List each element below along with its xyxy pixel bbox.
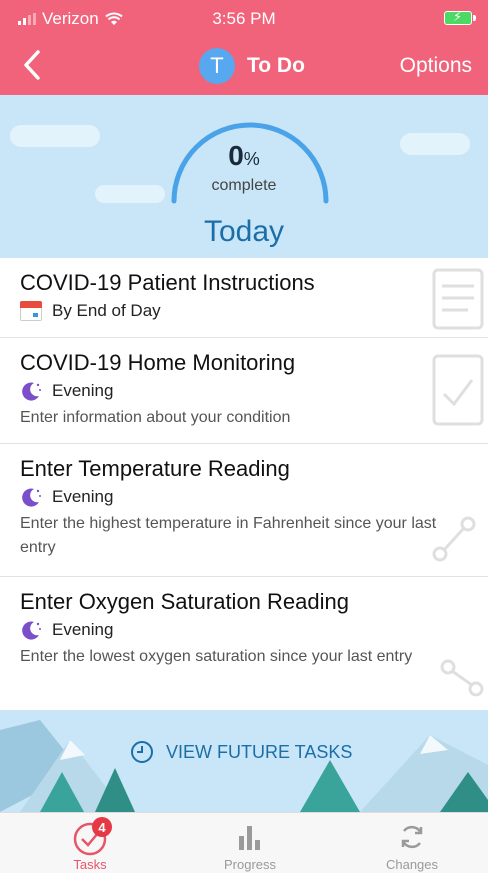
task-schedule: Evening (20, 486, 464, 508)
nav-title: T To Do (199, 48, 305, 84)
task-schedule: Evening (20, 619, 464, 641)
nav-bar: T To Do Options (0, 36, 488, 95)
progress-label: complete (211, 177, 277, 194)
task-name: Enter Temperature Reading (20, 456, 290, 481)
task-when: Evening (52, 381, 114, 400)
view-future-tasks-label: VIEW FUTURE TASKS (166, 741, 353, 762)
calendar-icon (20, 301, 42, 321)
avatar: T (199, 48, 235, 84)
tab-tasks[interactable]: 4 Tasks (30, 817, 150, 872)
task-description: Enter the lowest oxygen saturation since… (20, 648, 413, 665)
task-name: Enter Oxygen Saturation Reading (20, 589, 349, 614)
battery-icon: ⚡ (444, 9, 476, 25)
options-button[interactable]: Options (400, 54, 472, 78)
task-when: Evening (52, 620, 114, 639)
refresh-icon (401, 825, 423, 849)
task-schedule: By End of Day (20, 300, 464, 322)
future-tasks-panel: VIEW FUTURE TASKS (0, 710, 488, 812)
clock-icon (131, 741, 153, 763)
tab-progress[interactable]: Progress (190, 817, 310, 872)
checklist-icon (432, 354, 484, 426)
chart-decoration-icon (432, 516, 476, 562)
task-schedule: Evening (20, 380, 464, 402)
task-name: COVID-19 Patient Instructions (20, 270, 315, 295)
tab-progress-label: Progress (223, 857, 277, 872)
task-description: Enter information about your condition (20, 409, 291, 426)
chart-decoration-icon (440, 659, 484, 697)
moon-icon (22, 382, 41, 401)
task-item[interactable]: COVID-19 Home Monitoring Evening Enter i… (0, 338, 488, 444)
task-list: COVID-19 Patient Instructions By End of … (0, 258, 488, 710)
back-button[interactable] (18, 48, 48, 82)
tasks-badge: 4 (92, 817, 112, 837)
task-item[interactable]: Enter Temperature Reading Evening Enter … (0, 444, 488, 577)
progress-percent: 0% (228, 140, 260, 171)
progress-hero: 0% complete Today (0, 95, 488, 258)
tab-changes[interactable]: Changes (352, 817, 472, 872)
tab-changes-label: Changes (385, 857, 439, 872)
status-bar: Verizon 3:56 PM ⚡ (0, 0, 488, 36)
header-bar: Verizon 3:56 PM ⚡ T To Do Options (0, 0, 488, 95)
view-future-tasks-button[interactable]: VIEW FUTURE TASKS (130, 740, 352, 764)
task-when: Evening (52, 487, 114, 506)
tab-tasks-label: Tasks (73, 857, 107, 872)
section-title: Today (203, 215, 285, 248)
task-name: COVID-19 Home Monitoring (20, 350, 296, 375)
page-title: To Do (247, 54, 305, 77)
task-description: Enter the highest temperature in Fahrenh… (20, 515, 437, 556)
document-icon (432, 268, 484, 330)
tab-bar: 4 Tasks Progress Changes (0, 812, 488, 873)
moon-icon (22, 621, 41, 640)
task-item[interactable]: Enter Oxygen Saturation Reading Evening … (0, 577, 488, 710)
status-time: 3:56 PM (212, 9, 276, 28)
moon-icon (22, 488, 41, 507)
task-when: By End of Day (52, 301, 161, 320)
task-item[interactable]: COVID-19 Patient Instructions By End of … (0, 258, 488, 338)
bar-chart-icon (239, 826, 260, 850)
